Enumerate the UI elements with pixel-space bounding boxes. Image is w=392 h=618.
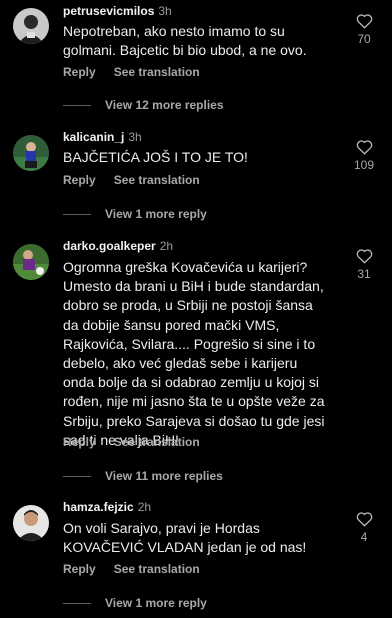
divider-line <box>63 476 91 478</box>
like-count: 4 <box>360 530 368 544</box>
reply-button[interactable]: Reply <box>63 562 96 576</box>
comment-text: BAJČETIĆA JOŠ I TO JE TO! <box>63 149 248 165</box>
view-more-replies-label: View 1 more reply <box>105 596 207 610</box>
view-more-replies-button[interactable]: View 1 more reply <box>63 596 207 610</box>
username[interactable]: kalicanin_j <box>63 130 124 144</box>
see-translation-button[interactable]: See translation <box>114 65 200 79</box>
like-control: 70 <box>352 13 376 46</box>
divider-line <box>63 214 91 216</box>
comment-actions: Reply See translation <box>63 173 200 187</box>
view-more-replies-label: View 12 more replies <box>105 98 224 112</box>
comment-actions: Reply See translation <box>63 562 200 576</box>
view-more-replies-button[interactable]: View 11 more replies <box>63 469 223 483</box>
like-control: 4 <box>352 511 376 544</box>
avatar[interactable] <box>13 135 49 171</box>
comment-actions: Reply See translation <box>63 65 200 79</box>
heart-outline-icon[interactable] <box>352 13 376 29</box>
avatar[interactable] <box>13 244 49 280</box>
heart-outline-icon[interactable] <box>352 139 376 155</box>
like-control: 109 <box>352 139 376 172</box>
username[interactable]: petrusevicmilos <box>63 4 154 18</box>
comment-header: hamza.fejzic 2h <box>63 500 151 514</box>
reply-button[interactable]: Reply <box>63 435 96 449</box>
view-more-replies-button[interactable]: View 12 more replies <box>63 98 224 112</box>
like-count: 31 <box>357 267 371 281</box>
heart-outline-icon[interactable] <box>352 511 376 527</box>
reply-button[interactable]: Reply <box>63 65 96 79</box>
like-count: 109 <box>353 158 375 172</box>
avatar[interactable] <box>13 8 49 44</box>
comment-header: petrusevicmilos 3h <box>63 4 172 18</box>
comment-text: Ogromna greška Kovačevića u karijeri? Um… <box>63 259 325 448</box>
comment-actions: Reply See translation <box>63 435 200 449</box>
like-control: 31 <box>352 248 376 281</box>
see-translation-button[interactable]: See translation <box>114 173 200 187</box>
see-translation-button[interactable]: See translation <box>114 562 200 576</box>
timestamp: 2h <box>137 500 152 514</box>
view-more-replies-label: View 1 more reply <box>105 207 207 221</box>
reply-button[interactable]: Reply <box>63 173 96 187</box>
avatar[interactable] <box>13 505 49 541</box>
comment-header: darko.goalkeper 2h <box>63 239 173 253</box>
timestamp: 3h <box>128 130 142 144</box>
divider-line <box>63 105 91 107</box>
timestamp: 2h <box>159 239 174 253</box>
divider-line <box>63 603 91 605</box>
comment-text: Nepotreban, ako nesto imamo to su golman… <box>63 23 307 59</box>
username[interactable]: hamza.fejzic <box>63 500 134 514</box>
view-more-replies-label: View 11 more replies <box>105 469 223 483</box>
see-translation-button[interactable]: See translation <box>114 435 200 449</box>
comment-text: On voli Sarajvo, pravi je Hordas KOVAČEV… <box>63 520 307 556</box>
like-count: 70 <box>357 32 371 46</box>
timestamp: 3h <box>158 4 172 18</box>
username[interactable]: darko.goalkeper <box>63 239 156 253</box>
heart-outline-icon[interactable] <box>352 248 376 264</box>
comment-header: kalicanin_j 3h <box>63 130 142 144</box>
view-more-replies-button[interactable]: View 1 more reply <box>63 207 207 221</box>
